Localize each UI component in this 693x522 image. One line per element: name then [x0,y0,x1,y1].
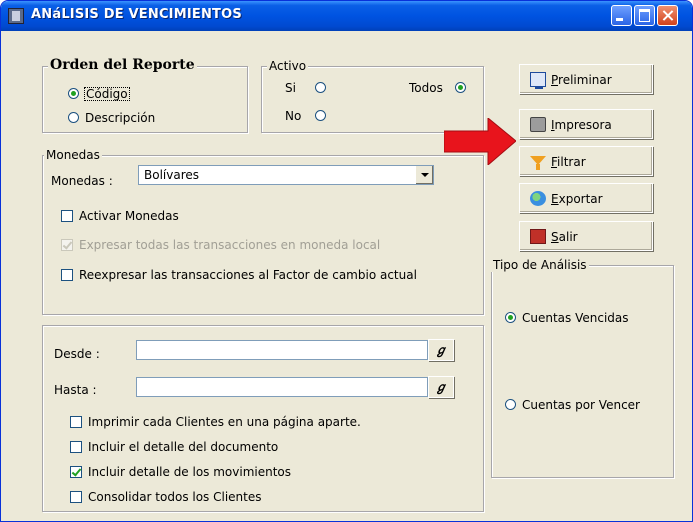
title-bar[interactable]: ANáLISIS DE VENCIMIENTOS [1,1,692,31]
filtrar-button-label: Filtrar [551,155,586,169]
cuentas-vencidas-radio[interactable] [505,312,516,323]
monedas-select[interactable]: Bolívares [138,165,434,185]
desde-label: Desde : [54,347,100,361]
window-title: ANáLISIS DE VENCIMIENTOS [31,7,242,22]
impresora-button-label: Impresora [551,118,612,132]
tipo-analisis-group [491,265,674,478]
salir-button[interactable]: Salir [519,221,653,251]
incluir-movimientos-checkbox[interactable] [70,466,82,478]
consolidar-label[interactable]: Consolidar todos los Clientes [88,490,262,504]
monitor-icon [530,72,546,89]
app-icon [8,8,24,24]
tipo-analisis-legend: Tipo de Análisis [491,258,589,272]
close-button[interactable] [657,5,678,26]
salir-button-label: Salir [551,230,578,244]
maximize-button[interactable] [634,5,655,26]
filter-icon [530,156,546,170]
imprimir-label[interactable]: Imprimir cada Clientes en una página apa… [88,415,361,429]
no-radio[interactable] [315,110,326,121]
descripcion-label[interactable]: Descripción [85,111,155,125]
si-radio[interactable] [315,82,326,93]
incluir-movimientos-label[interactable]: Incluir detalle de los movimientos [88,465,291,479]
desde-input[interactable] [136,340,428,360]
reexpresar-checkbox[interactable] [61,269,73,281]
dialog-window: ANáLISIS DE VENCIMIENTOS Orden del Repor… [0,0,693,522]
expresar-label[interactable]: Expresar todas las transacciones en mone… [79,238,380,252]
codigo-radio[interactable] [68,88,79,99]
cuentas-vencidas-label[interactable]: Cuentas Vencidas [522,311,629,325]
monedas-legend: Monedas [44,148,102,162]
preliminar-button-label: Preliminar [551,73,612,87]
desde-picker-button[interactable]: ℊ [428,339,454,361]
exportar-button-label: Exportar [551,192,603,206]
red-arrow-icon [444,118,516,165]
incluir-documento-label[interactable]: Incluir el detalle del documento [88,440,278,454]
activar-monedas-label[interactable]: Activar Monedas [79,209,179,223]
activo-legend: Activo [267,59,309,73]
hasta-label: Hasta : [54,383,97,397]
si-label[interactable]: Si [285,81,296,95]
monedas-select-value: Bolívares [144,168,200,182]
cuentas-por-vencer-label[interactable]: Cuentas por Vencer [522,398,640,412]
reexpresar-label[interactable]: Reexpresar las transacciones al Factor d… [79,268,417,282]
activar-monedas-checkbox[interactable] [61,210,73,222]
expresar-checkbox[interactable] [61,239,73,251]
dialog-body: Orden del Reporte Código Descripción Act… [4,31,689,520]
globe-icon [530,191,546,206]
impresora-button[interactable]: Impresora [519,109,653,139]
incluir-documento-checkbox[interactable] [70,441,82,453]
descripcion-radio[interactable] [68,112,79,123]
consolidar-checkbox[interactable] [70,491,82,503]
filtrar-button[interactable]: Filtrar [519,146,653,176]
codigo-label[interactable]: Código [84,87,130,101]
monedas-label: Monedas : [51,174,113,188]
printer-icon [530,117,546,132]
exportar-button[interactable]: Exportar [519,183,653,213]
todos-label[interactable]: Todos [409,81,443,95]
no-label[interactable]: No [285,109,301,123]
minimize-button[interactable] [611,5,632,26]
orden-legend: Orden del Reporte [48,57,197,73]
exit-icon [530,229,546,244]
cuentas-por-vencer-radio[interactable] [505,399,516,410]
todos-radio[interactable] [455,82,466,93]
preliminar-button[interactable]: Preliminar [519,64,653,94]
hasta-picker-button[interactable]: ℊ [428,376,454,398]
hasta-input[interactable] [136,377,428,397]
imprimir-checkbox[interactable] [70,416,82,428]
chevron-down-icon[interactable] [415,166,433,184]
